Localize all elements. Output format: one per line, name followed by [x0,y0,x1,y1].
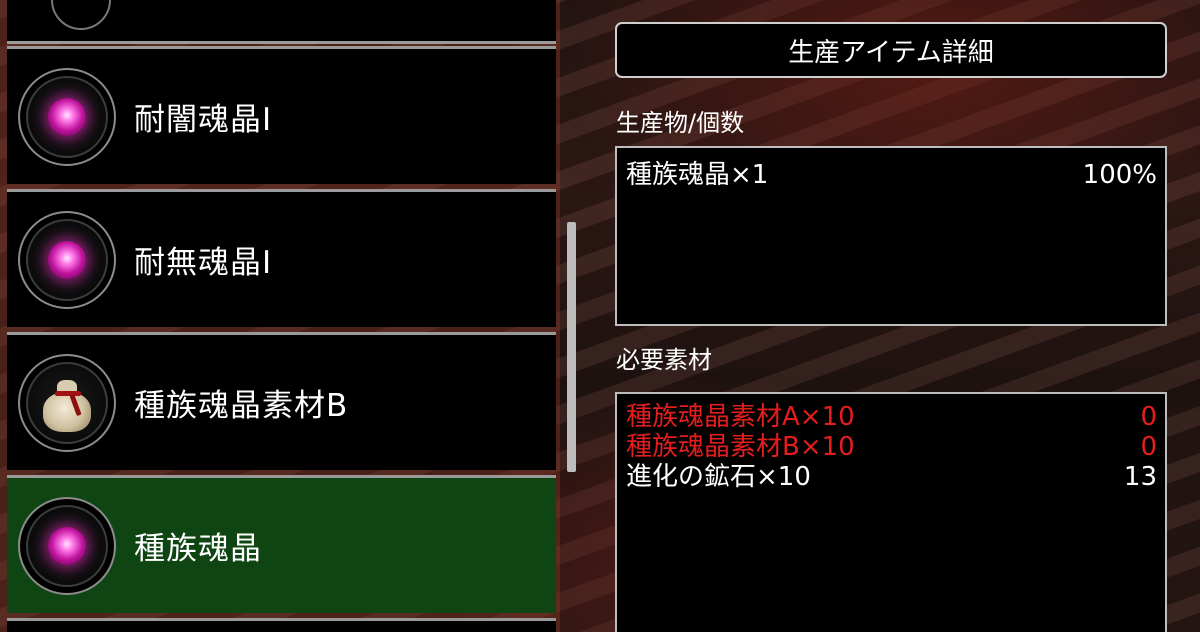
list-item-label: 種族魂晶 [134,531,262,567]
materials-section-label: 必要素材 [616,346,712,374]
product-name: 種族魂晶×1 [626,160,769,190]
material-owned: 0 [1140,432,1157,462]
list-item-label: 耐闇魂晶Ⅰ [134,102,273,138]
cloth-bag-icon [39,372,95,434]
list-item[interactable]: 耐無魂晶Ⅰ [7,189,556,327]
material-name: 進化の鉱石×10 [626,462,811,492]
icon-frame [18,67,116,166]
list-item-partial[interactable] [7,618,556,632]
product-section-label: 生産物/個数 [616,109,745,137]
list-item-selected[interactable]: 種族魂晶 [7,475,556,613]
icon-frame [18,353,116,452]
pink-gem-icon [48,240,86,279]
material-row: 種族魂晶素材B×10 0 [617,432,1165,462]
list-item[interactable]: 種族魂晶素材B [7,332,556,470]
pink-gem-icon [48,97,86,136]
list-item[interactable]: 耐闇魂晶Ⅰ [7,46,556,184]
pink-gem-icon [48,526,86,565]
list-scrollbar[interactable] [567,222,576,472]
list-item-partial[interactable] [7,0,556,44]
material-owned: 13 [1123,462,1157,492]
detail-title: 生産アイテム詳細 [615,22,1167,78]
material-name: 種族魂晶素材B×10 [626,432,855,462]
material-row: 種族魂晶素材A×10 0 [617,402,1165,432]
list-item-label: 耐無魂晶Ⅰ [134,245,273,281]
material-row: 進化の鉱石×10 13 [617,462,1165,492]
list-item-label: 種族魂晶素材B [134,388,349,424]
material-owned: 0 [1140,402,1157,432]
product-box: 種族魂晶×1 100% [615,146,1167,326]
materials-box: 種族魂晶素材A×10 0 種族魂晶素材B×10 0 進化の鉱石×10 13 [615,392,1167,632]
icon-frame [18,496,116,595]
item-list-panel: 耐闇魂晶Ⅰ 耐無魂晶Ⅰ 種族魂晶素材B 種族魂晶 [0,0,560,632]
product-rate: 100% [1082,160,1157,190]
material-name: 種族魂晶素材A×10 [626,402,855,432]
icon-frame [18,210,116,309]
product-row: 種族魂晶×1 100% [617,160,1165,190]
partial-icon-ring [51,0,111,30]
